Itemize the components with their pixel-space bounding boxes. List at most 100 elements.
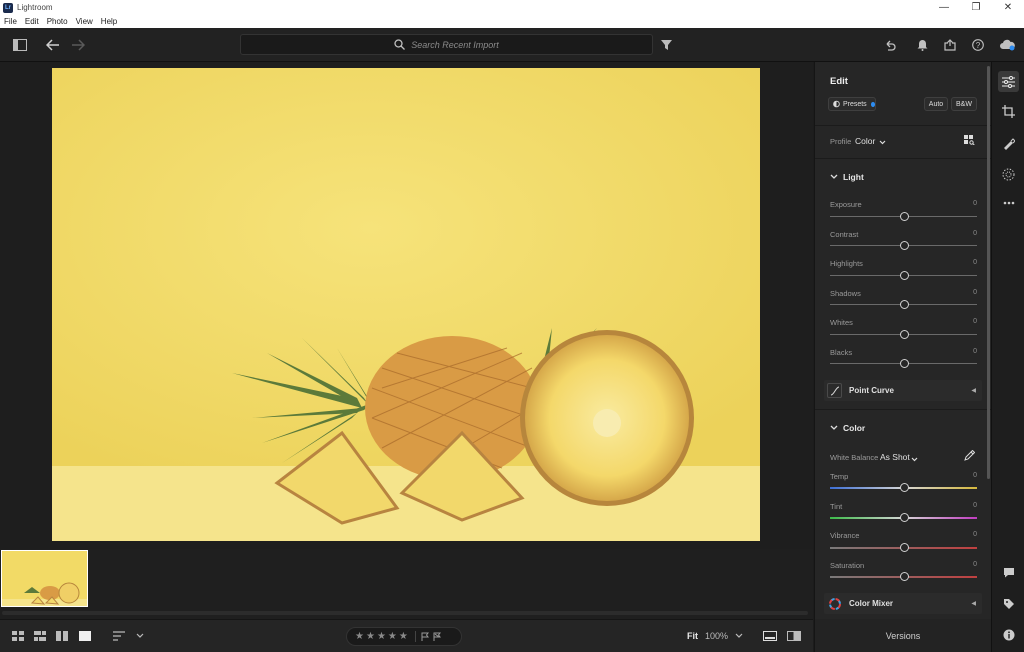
profile-browser-icon[interactable]	[964, 135, 975, 148]
auto-button[interactable]: Auto	[924, 97, 948, 111]
zoom-level-value[interactable]: 100%	[705, 631, 728, 641]
sort-chevron-down-icon[interactable]	[132, 628, 148, 644]
contrast-slider-thumb[interactable]	[900, 241, 909, 250]
filmstrip	[0, 549, 813, 619]
flag-reject-icon[interactable]	[433, 632, 442, 641]
notifications-bell-icon[interactable]	[914, 37, 930, 53]
edit-sliders-icon[interactable]	[998, 71, 1019, 92]
versions-button[interactable]: Versions	[814, 619, 991, 652]
sort-icon[interactable]	[112, 628, 128, 644]
star-rating[interactable]: ★ ★ ★ ★ ★	[346, 627, 462, 646]
temp-slider-thumb[interactable]	[900, 483, 909, 492]
blacks-slider-thumb[interactable]	[900, 359, 909, 368]
compare-view-icon[interactable]	[54, 628, 70, 644]
bw-button[interactable]: B&W	[951, 97, 977, 111]
star-icon[interactable]: ★	[388, 631, 397, 642]
detail-view-icon[interactable]	[77, 628, 93, 644]
flag-pick-icon[interactable]	[421, 632, 430, 641]
filmstrip-scrollbar[interactable]	[2, 611, 808, 615]
search-icon	[394, 39, 406, 50]
photo-grid-icon[interactable]	[32, 628, 48, 644]
tint-value[interactable]: 0	[973, 502, 977, 509]
star-icon[interactable]: ★	[355, 631, 364, 642]
main-photo[interactable]	[52, 68, 760, 541]
help-icon[interactable]: ?	[970, 37, 986, 53]
star-icon[interactable]: ★	[377, 631, 386, 642]
maximize-button[interactable]: ❐	[960, 0, 992, 15]
contrast-label: Contrast	[830, 230, 859, 239]
crop-icon[interactable]	[1000, 103, 1017, 120]
more-options-icon[interactable]	[1000, 194, 1017, 211]
presets-label: Presets	[842, 100, 867, 108]
section-divider	[815, 125, 991, 126]
close-window-button[interactable]: ✕	[992, 0, 1024, 15]
highlights-label: Highlights	[830, 259, 863, 268]
menu-photo[interactable]: Photo	[43, 17, 72, 26]
exposure-slider-thumb[interactable]	[900, 212, 909, 221]
zoom-chevron-down-icon[interactable]	[731, 628, 747, 644]
edit-panel: Edit Presets Auto B&W Profile Color Ligh…	[814, 62, 991, 619]
edit-panel-scrollbar[interactable]	[987, 66, 990, 479]
profile-label: Profile	[830, 137, 852, 146]
share-icon[interactable]	[942, 37, 958, 53]
wb-chevron-down-icon[interactable]	[911, 453, 918, 465]
minimize-button[interactable]: —	[928, 0, 960, 15]
undo-icon[interactable]	[882, 37, 898, 53]
menu-help[interactable]: Help	[97, 17, 121, 26]
star-icon[interactable]: ★	[366, 631, 375, 642]
saturation-slider-thumb[interactable]	[900, 572, 909, 581]
light-section-header[interactable]: Light	[830, 172, 864, 182]
white-balance-label: White Balance	[830, 453, 879, 462]
healing-brush-icon[interactable]	[1000, 135, 1017, 152]
menu-edit[interactable]: Edit	[21, 17, 43, 26]
filter-icon[interactable]	[658, 37, 674, 53]
menu-view[interactable]: View	[72, 17, 97, 26]
filmstrip-thumbnail[interactable]	[1, 550, 88, 607]
light-section-title: Light	[843, 172, 864, 182]
comments-icon[interactable]	[1000, 564, 1017, 581]
shadows-label: Shadows	[830, 289, 861, 298]
saturation-value[interactable]: 0	[973, 561, 977, 568]
masking-icon[interactable]	[1000, 166, 1017, 183]
temp-label: Temp	[830, 472, 849, 481]
window-title: Lightroom	[17, 3, 53, 12]
menu-file[interactable]: File	[0, 17, 21, 26]
highlights-slider-thumb[interactable]	[900, 271, 909, 280]
vibrance-value[interactable]: 0	[973, 531, 977, 538]
presets-icon	[833, 100, 840, 108]
photo-viewer[interactable]	[0, 62, 813, 549]
presets-button[interactable]: Presets	[828, 97, 876, 111]
star-icon[interactable]: ★	[399, 631, 408, 642]
before-after-icon[interactable]	[786, 628, 802, 644]
whites-value[interactable]: 0	[973, 318, 977, 325]
blacks-value[interactable]: 0	[973, 348, 977, 355]
color-section-header[interactable]: Color	[830, 423, 865, 433]
whites-slider-thumb[interactable]	[900, 330, 909, 339]
exposure-label: Exposure	[830, 200, 862, 209]
shadows-slider-thumb[interactable]	[900, 300, 909, 309]
vibrance-slider-thumb[interactable]	[900, 543, 909, 552]
back-arrow-icon[interactable]	[45, 37, 61, 53]
square-grid-icon[interactable]	[10, 628, 26, 644]
temp-value[interactable]: 0	[973, 472, 977, 479]
zoom-fit-label[interactable]: Fit	[687, 631, 698, 641]
shadows-value[interactable]: 0	[973, 289, 977, 296]
exposure-value[interactable]: 0	[973, 200, 977, 207]
profile-dropdown[interactable]: Color	[855, 136, 875, 146]
forward-arrow-icon[interactable]	[70, 37, 86, 53]
show-filmstrip-icon[interactable]	[762, 628, 778, 644]
color-section-title: Color	[843, 423, 866, 433]
cloud-sync-icon[interactable]	[999, 37, 1015, 53]
eyedropper-icon[interactable]	[964, 449, 976, 464]
keywords-tag-icon[interactable]	[1000, 595, 1017, 612]
highlights-value[interactable]: 0	[973, 259, 977, 266]
info-icon[interactable]	[1000, 626, 1017, 643]
search-input[interactable]: Search Recent Import	[240, 34, 653, 55]
white-balance-dropdown[interactable]: As Shot	[880, 452, 910, 462]
point-curve-section[interactable]: Point Curve ◀	[824, 380, 982, 401]
tint-slider-thumb[interactable]	[900, 513, 909, 522]
contrast-value[interactable]: 0	[973, 230, 977, 237]
profile-chevron-down-icon[interactable]	[879, 136, 886, 148]
color-mixer-section[interactable]: Color Mixer ◀	[824, 593, 982, 614]
panel-toggle-icon[interactable]	[12, 37, 28, 53]
